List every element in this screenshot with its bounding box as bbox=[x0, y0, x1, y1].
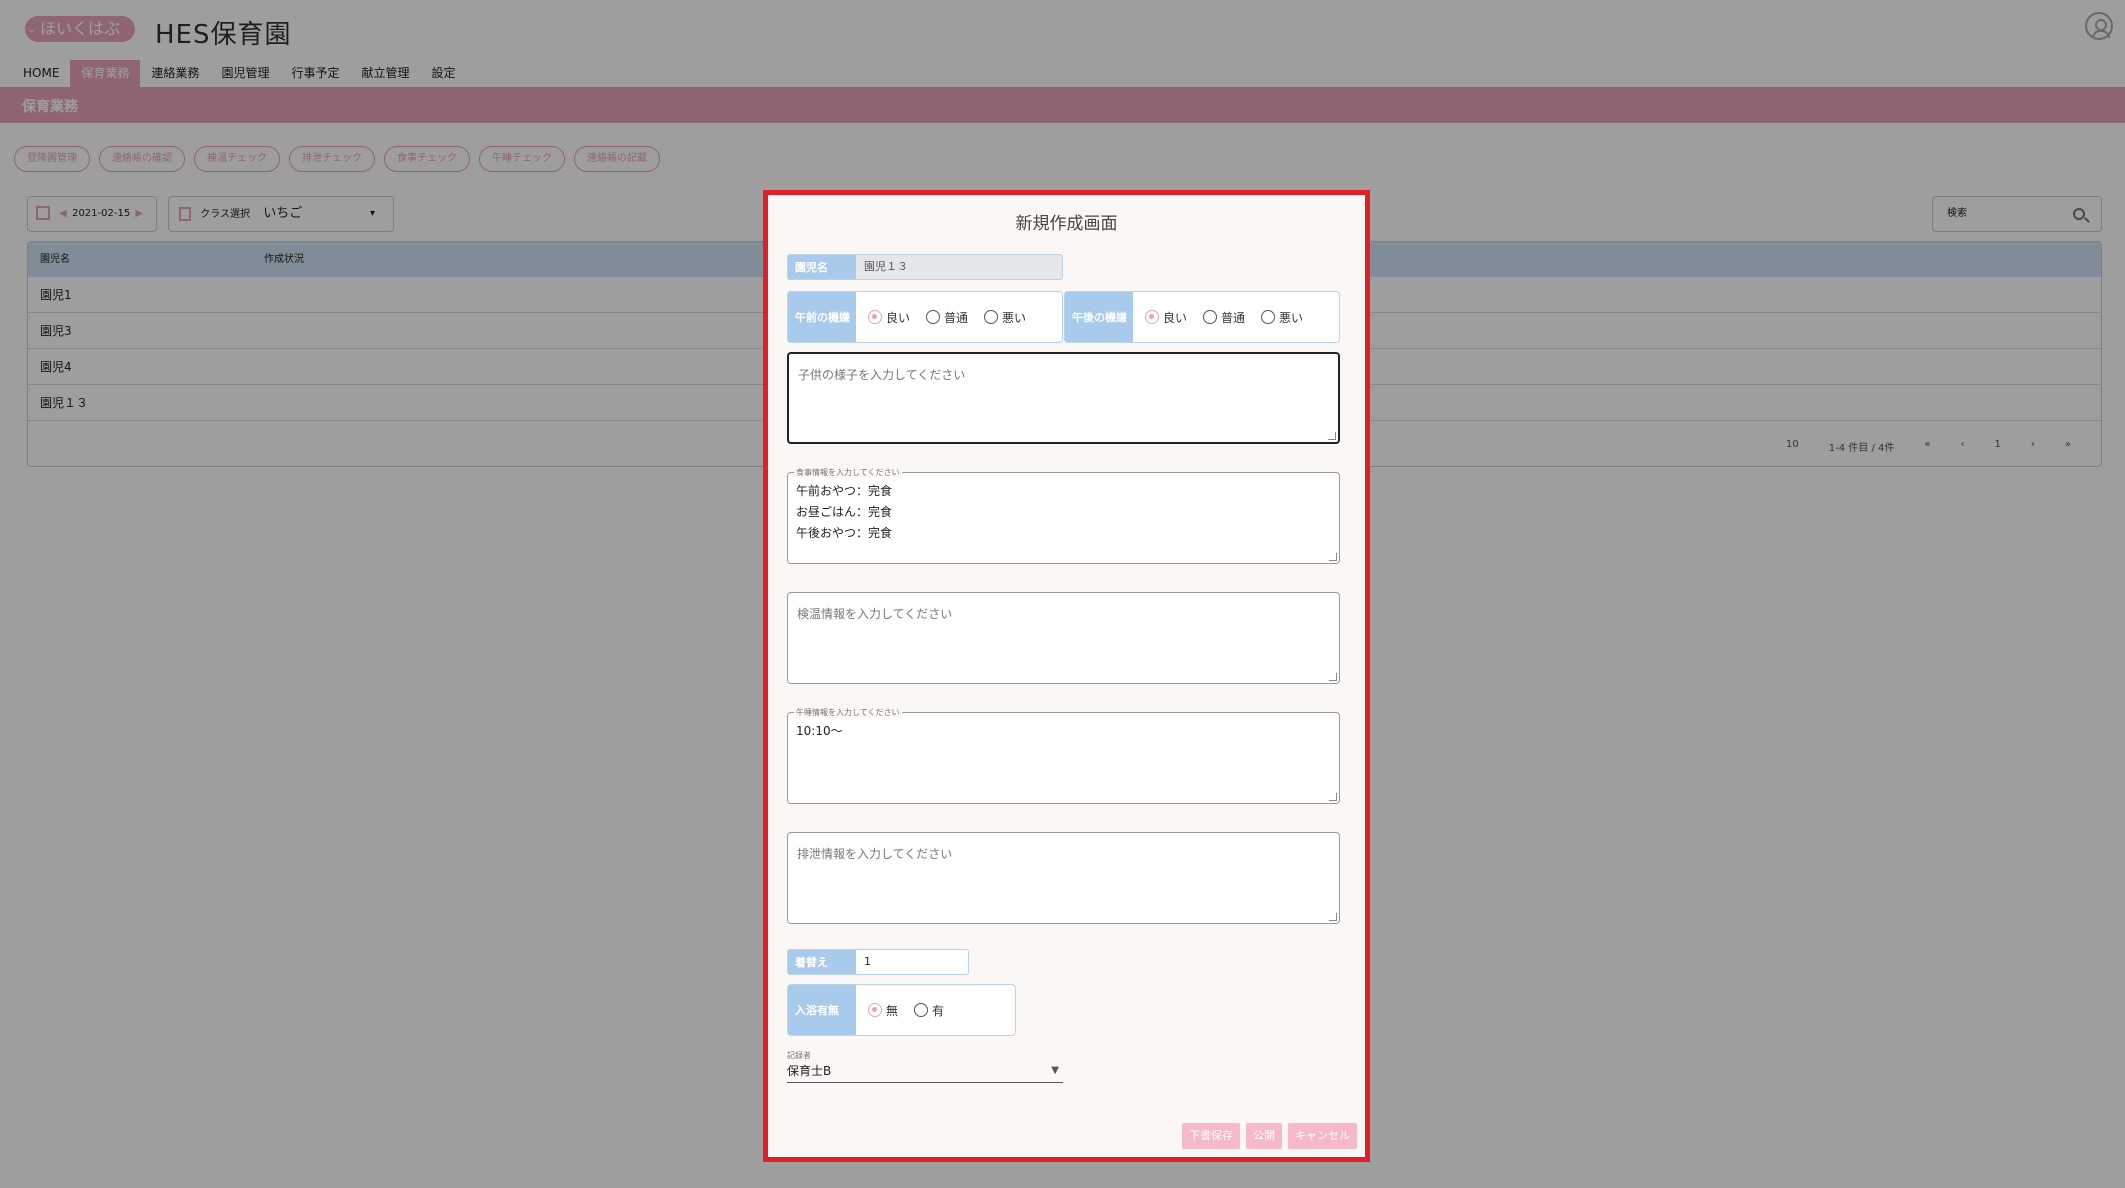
am-mood-label: 午前の機嫌 bbox=[788, 292, 856, 342]
radio-icon bbox=[1261, 310, 1276, 324]
chevron-down-icon: ▼ bbox=[1051, 1065, 1059, 1076]
pm-mood-normal[interactable]: 普通 bbox=[1203, 309, 1245, 326]
bath-group: 入浴有無 無 有 bbox=[787, 984, 1016, 1036]
excretion-textarea[interactable]: 排泄情報を入力してください bbox=[787, 832, 1340, 924]
bath-yes[interactable]: 有 bbox=[914, 1002, 944, 1019]
recorder-value: 保育士B bbox=[787, 1064, 832, 1078]
temperature-placeholder: 検温情報を入力してください bbox=[797, 607, 953, 621]
radio-checked-icon bbox=[1145, 310, 1159, 324]
save-draft-button[interactable]: 下書保存 bbox=[1182, 1123, 1240, 1149]
clothes-change-value: 1 bbox=[864, 955, 871, 968]
radio-icon bbox=[1203, 310, 1218, 324]
meal-legend: 食事情報を入力してください bbox=[794, 467, 902, 478]
child-name-value: 園児１３ bbox=[864, 260, 908, 273]
resize-handle-icon[interactable] bbox=[1329, 673, 1337, 681]
pm-mood-group: 午後の機嫌 良い 普通 悪い bbox=[1064, 291, 1340, 343]
clothes-change-field[interactable]: 着替え 1 bbox=[787, 949, 969, 975]
clothes-change-label: 着替え bbox=[788, 950, 856, 974]
am-mood-normal[interactable]: 普通 bbox=[926, 309, 968, 326]
am-mood-good[interactable]: 良い bbox=[868, 309, 910, 326]
resize-handle-icon[interactable] bbox=[1329, 913, 1337, 921]
meal-content: 午前おやつ：完食 お昼ごはん：完食 午後おやつ：完食 bbox=[796, 481, 892, 544]
child-note-placeholder: 子供の様子を入力してください bbox=[798, 368, 966, 382]
temperature-textarea[interactable]: 検温情報を入力してください bbox=[787, 592, 1340, 684]
pm-mood-bad[interactable]: 悪い bbox=[1261, 309, 1303, 326]
child-name-field: 園児名 園児１３ bbox=[787, 254, 1063, 280]
bath-label: 入浴有無 bbox=[788, 985, 856, 1035]
child-name-label: 園児名 bbox=[788, 255, 856, 279]
bath-no[interactable]: 無 bbox=[868, 1002, 898, 1019]
radio-icon bbox=[984, 310, 999, 324]
meal-line: お昼ごはん：完食 bbox=[796, 505, 893, 519]
resize-handle-icon[interactable] bbox=[1329, 553, 1337, 561]
pm-mood-label: 午後の機嫌 bbox=[1065, 292, 1133, 342]
recorder-label: 記録者 bbox=[787, 1051, 811, 1060]
nap-content: 10:10〜 bbox=[796, 724, 843, 738]
dialog-title: 新規作成画面 bbox=[1015, 214, 1118, 234]
nap-legend: 午睡情報を入力してください bbox=[794, 707, 902, 718]
publish-button[interactable]: 公開 bbox=[1246, 1123, 1282, 1149]
am-mood-bad[interactable]: 悪い bbox=[984, 309, 1026, 326]
dialog-actions: 下書保存 公開 キャンセル bbox=[1182, 1123, 1357, 1149]
child-note-textarea[interactable]: 子供の様子を入力してください bbox=[787, 352, 1340, 444]
resize-handle-icon[interactable] bbox=[1329, 793, 1337, 801]
meal-line: 午前おやつ：完食 bbox=[796, 484, 893, 498]
recorder-select[interactable]: 保育士B ▼ bbox=[787, 1061, 1063, 1083]
meal-line: 午後おやつ：完食 bbox=[796, 526, 893, 540]
radio-checked-icon bbox=[868, 1003, 882, 1017]
cancel-button[interactable]: キャンセル bbox=[1288, 1123, 1357, 1149]
am-mood-group: 午前の機嫌 良い 普通 悪い bbox=[787, 291, 1063, 343]
radio-icon bbox=[914, 1003, 929, 1017]
new-entry-dialog: 新規作成画面 園児名 園児１３ 午前の機嫌 良い 普通 悪い 午後の機嫌 良い … bbox=[763, 190, 1370, 1162]
radio-icon bbox=[926, 310, 941, 324]
resize-handle-icon[interactable] bbox=[1328, 432, 1336, 440]
excretion-placeholder: 排泄情報を入力してください bbox=[797, 847, 953, 861]
nap-textarea[interactable]: 午睡情報を入力してください 10:10〜 bbox=[787, 707, 1340, 804]
pm-mood-good[interactable]: 良い bbox=[1145, 309, 1187, 326]
radio-checked-icon bbox=[868, 310, 882, 324]
meal-textarea[interactable]: 食事情報を入力してください 午前おやつ：完食 お昼ごはん：完食 午後おやつ：完食 bbox=[787, 467, 1340, 564]
